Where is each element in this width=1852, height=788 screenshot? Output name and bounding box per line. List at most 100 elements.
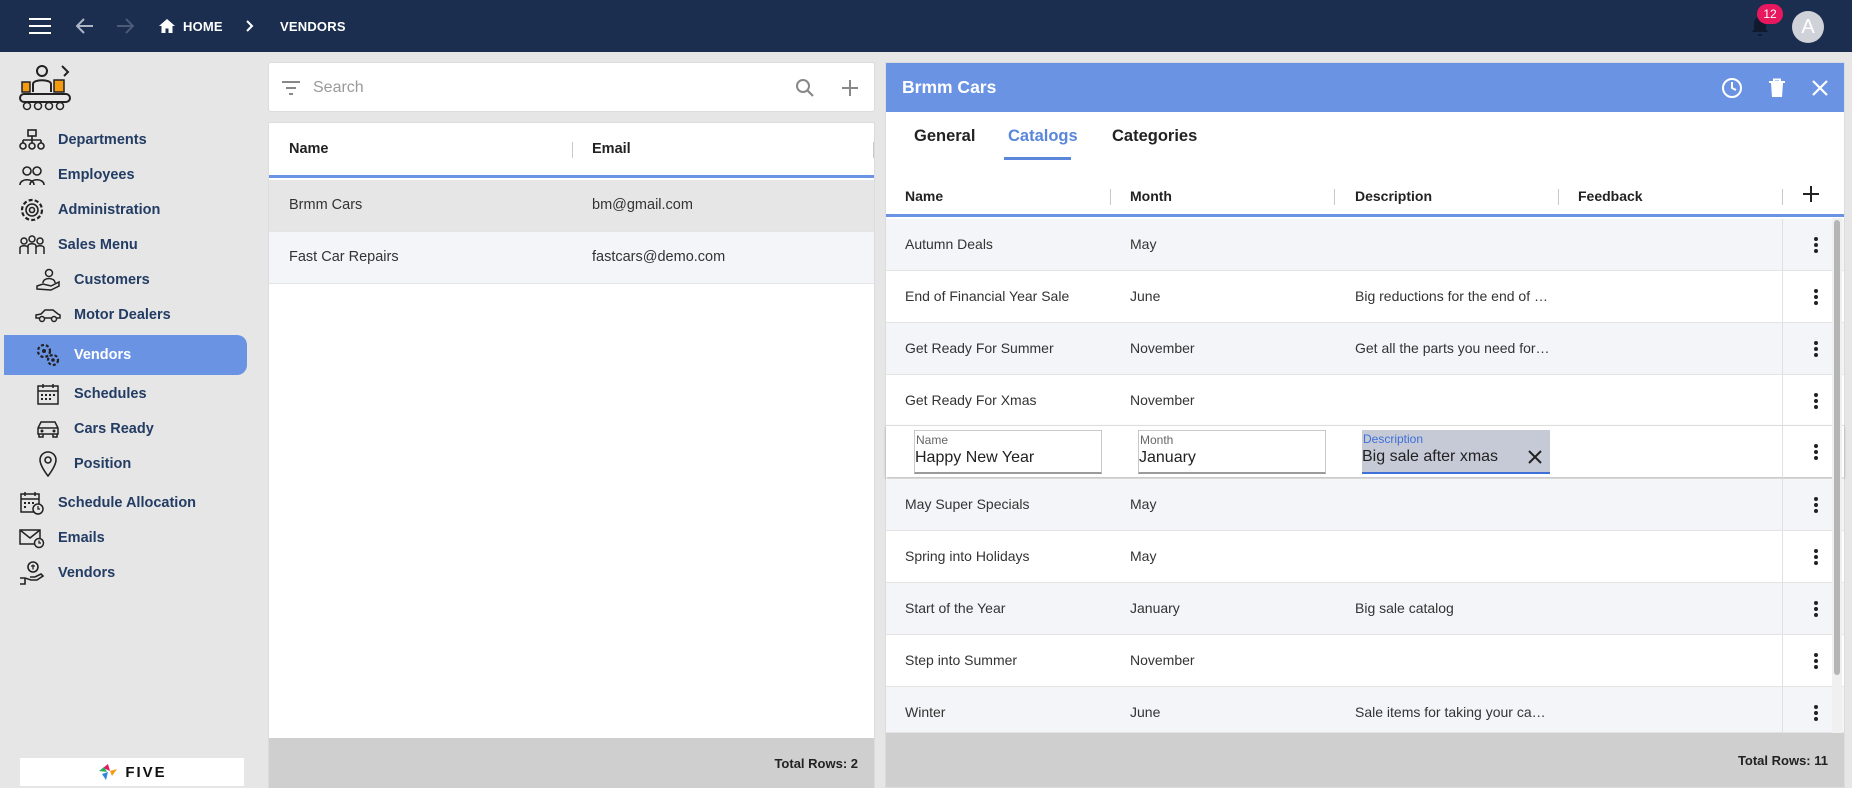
more-vert-icon[interactable] — [1806, 495, 1826, 515]
delete-icon[interactable] — [1768, 63, 1786, 112]
breadcrumb-home[interactable]: HOME — [183, 0, 223, 52]
column-header-feedback[interactable]: Feedback — [1578, 188, 1643, 204]
more-vert-icon[interactable] — [1806, 235, 1826, 255]
sidebar-item-label: Cars Ready — [74, 421, 154, 437]
sidebar-item-schedule-allocation[interactable]: Schedule Allocation — [4, 485, 247, 521]
row-separator — [1782, 426, 1783, 478]
cell-month: May — [1130, 236, 1157, 252]
search-input[interactable] — [313, 75, 753, 101]
table-row[interactable]: May Super Specials May — [886, 479, 1844, 531]
table-row[interactable]: Get Ready For Summer November Get all th… — [886, 323, 1844, 375]
filter-icon[interactable] — [281, 63, 301, 113]
row-separator — [1782, 583, 1783, 635]
catalogs-header: Name Month Description Feedback — [886, 173, 1844, 217]
name-field[interactable]: Name Happy New Year — [914, 430, 1102, 474]
column-header-email[interactable]: Email — [592, 141, 631, 157]
sidebar-item-customers[interactable]: Customers — [4, 262, 247, 298]
cell-name: Get Ready For Summer — [905, 340, 1054, 356]
more-vert-icon[interactable] — [1806, 547, 1826, 567]
row-separator — [1782, 635, 1783, 687]
sidebar-item-cars-ready[interactable]: Cars Ready — [4, 411, 247, 447]
column-header-name[interactable]: Name — [905, 188, 943, 204]
column-divider[interactable] — [1334, 189, 1335, 205]
chevron-right-icon — [240, 0, 260, 52]
five-logo: FIVE — [20, 758, 244, 786]
menu-icon[interactable] — [24, 0, 56, 52]
row-separator — [1782, 531, 1783, 583]
more-vert-icon[interactable] — [1806, 599, 1826, 619]
sidebar-item-administration[interactable]: Administration — [4, 192, 247, 228]
table-row[interactable]: Fast Car Repairs fastcars@demo.com — [269, 232, 874, 284]
clear-icon[interactable] — [1528, 450, 1542, 469]
scrollbar-thumb[interactable] — [1834, 220, 1840, 675]
more-vert-icon[interactable] — [1806, 442, 1826, 462]
total-rows: Total Rows: 2 — [269, 738, 874, 788]
more-vert-icon[interactable] — [1806, 651, 1826, 671]
tab-general[interactable]: General — [914, 127, 975, 146]
add-icon[interactable] — [841, 63, 859, 113]
sidebar-item-emails[interactable]: Emails — [4, 520, 247, 556]
sidebar-item-label: Schedules — [74, 386, 147, 402]
search-icon[interactable] — [795, 63, 815, 113]
avatar[interactable]: A — [1792, 11, 1824, 43]
add-catalog-icon[interactable] — [1802, 185, 1820, 208]
table-row[interactable]: Get Ready For Xmas November — [886, 375, 1844, 427]
table-row[interactable]: Winter June Sale items for taking your c… — [886, 687, 1844, 733]
more-vert-icon[interactable] — [1806, 339, 1826, 359]
cell-description: Big reductions for the end of … — [1355, 288, 1548, 304]
more-vert-icon[interactable] — [1806, 287, 1826, 307]
history-icon[interactable] — [1721, 63, 1743, 112]
sidebar-item-vendors-secondary[interactable]: Vendors — [4, 555, 247, 591]
sidebar-item-label: Employees — [58, 167, 135, 183]
sidebar-item-employees[interactable]: Employees — [4, 157, 247, 193]
detail-header: Brmm Cars — [886, 63, 1844, 112]
close-icon[interactable] — [1812, 63, 1828, 112]
cell-month: June — [1130, 288, 1161, 304]
column-divider[interactable] — [1110, 189, 1111, 205]
column-divider[interactable] — [572, 142, 573, 158]
month-field[interactable]: Month January — [1138, 430, 1326, 474]
column-header-name[interactable]: Name — [289, 141, 329, 157]
sidebar-item-label: Motor Dealers — [74, 307, 171, 323]
table-row[interactable]: Step into Summer November — [886, 635, 1844, 687]
column-header-month[interactable]: Month — [1130, 188, 1172, 204]
active-tab-indicator — [1004, 157, 1071, 160]
table-row[interactable]: End of Financial Year Sale June Big redu… — [886, 271, 1844, 323]
cell-name: Spring into Holidays — [905, 548, 1030, 564]
cell-month: May — [1130, 496, 1157, 512]
vendor-list: Name Email Brmm Cars bm@gmail.com Fast C… — [268, 122, 875, 788]
forward-arrow-icon[interactable] — [110, 0, 140, 52]
column-header-description[interactable]: Description — [1355, 188, 1432, 204]
sidebar-item-motor-dealers[interactable]: Motor Dealers — [4, 297, 247, 333]
employees-icon — [18, 161, 46, 189]
table-row[interactable]: Brmm Cars bm@gmail.com — [269, 180, 874, 232]
sidebar-item-label: Schedule Allocation — [58, 495, 197, 511]
more-vert-icon[interactable] — [1806, 703, 1826, 723]
table-row[interactable]: Autumn Deals May — [886, 219, 1844, 271]
sidebar-item-departments[interactable]: Departments — [4, 122, 247, 158]
sidebar: Departments Employees Administration Sal… — [4, 52, 252, 788]
sidebar-item-position[interactable]: Position — [4, 446, 247, 482]
vendors-icon — [34, 341, 62, 369]
sidebar-item-sales-menu[interactable]: Sales Menu — [4, 227, 247, 263]
table-row[interactable]: Spring into Holidays May — [886, 531, 1844, 583]
cell-name: Get Ready For Xmas — [905, 392, 1037, 408]
tab-catalogs[interactable]: Catalogs — [1008, 127, 1078, 146]
schedules-icon — [34, 380, 62, 408]
name-field-value: Happy New Year — [915, 449, 1035, 466]
back-arrow-icon[interactable] — [70, 0, 100, 52]
more-vert-icon[interactable] — [1806, 391, 1826, 411]
sidebar-item-vendors[interactable]: Vendors — [4, 335, 247, 375]
column-divider[interactable] — [873, 142, 874, 158]
tab-categories[interactable]: Categories — [1112, 127, 1197, 146]
home-icon[interactable] — [156, 0, 178, 52]
cell-month: November — [1130, 652, 1195, 668]
scrollbar[interactable] — [1832, 218, 1842, 738]
column-divider[interactable] — [1558, 189, 1559, 205]
column-divider[interactable] — [1782, 189, 1783, 205]
description-field[interactable]: Description Big sale after xmas — [1362, 430, 1550, 474]
table-row[interactable]: Start of the Year January Big sale catal… — [886, 583, 1844, 635]
row-separator — [1782, 375, 1783, 427]
sidebar-item-schedules[interactable]: Schedules — [4, 376, 247, 412]
five-logo-text: FIVE — [125, 763, 167, 781]
